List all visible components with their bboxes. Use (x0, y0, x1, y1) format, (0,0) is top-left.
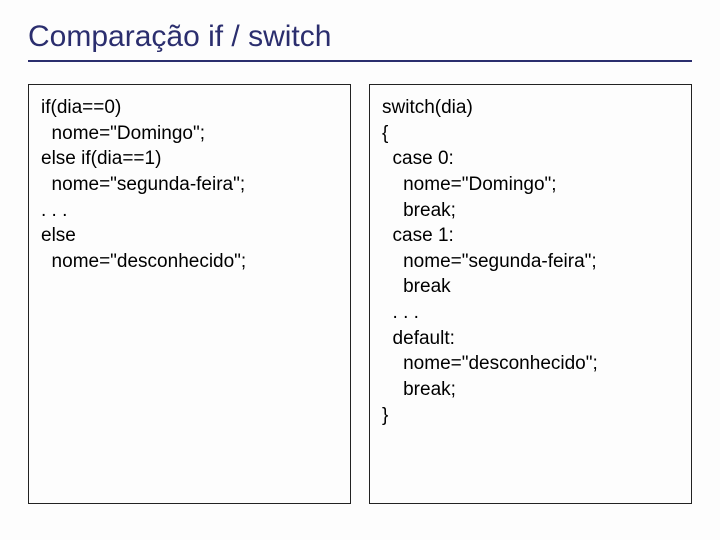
if-code-block: if(dia==0) nome="Domingo"; else if(dia==… (41, 95, 338, 274)
slide-title: Comparação if / switch (28, 20, 692, 62)
right-codebox: switch(dia) { case 0: nome="Domingo"; br… (369, 84, 692, 504)
columns: if(dia==0) nome="Domingo"; else if(dia==… (28, 84, 692, 516)
switch-code-block: switch(dia) { case 0: nome="Domingo"; br… (382, 95, 679, 428)
slide: Comparação if / switch if(dia==0) nome="… (0, 0, 720, 540)
left-codebox: if(dia==0) nome="Domingo"; else if(dia==… (28, 84, 351, 504)
